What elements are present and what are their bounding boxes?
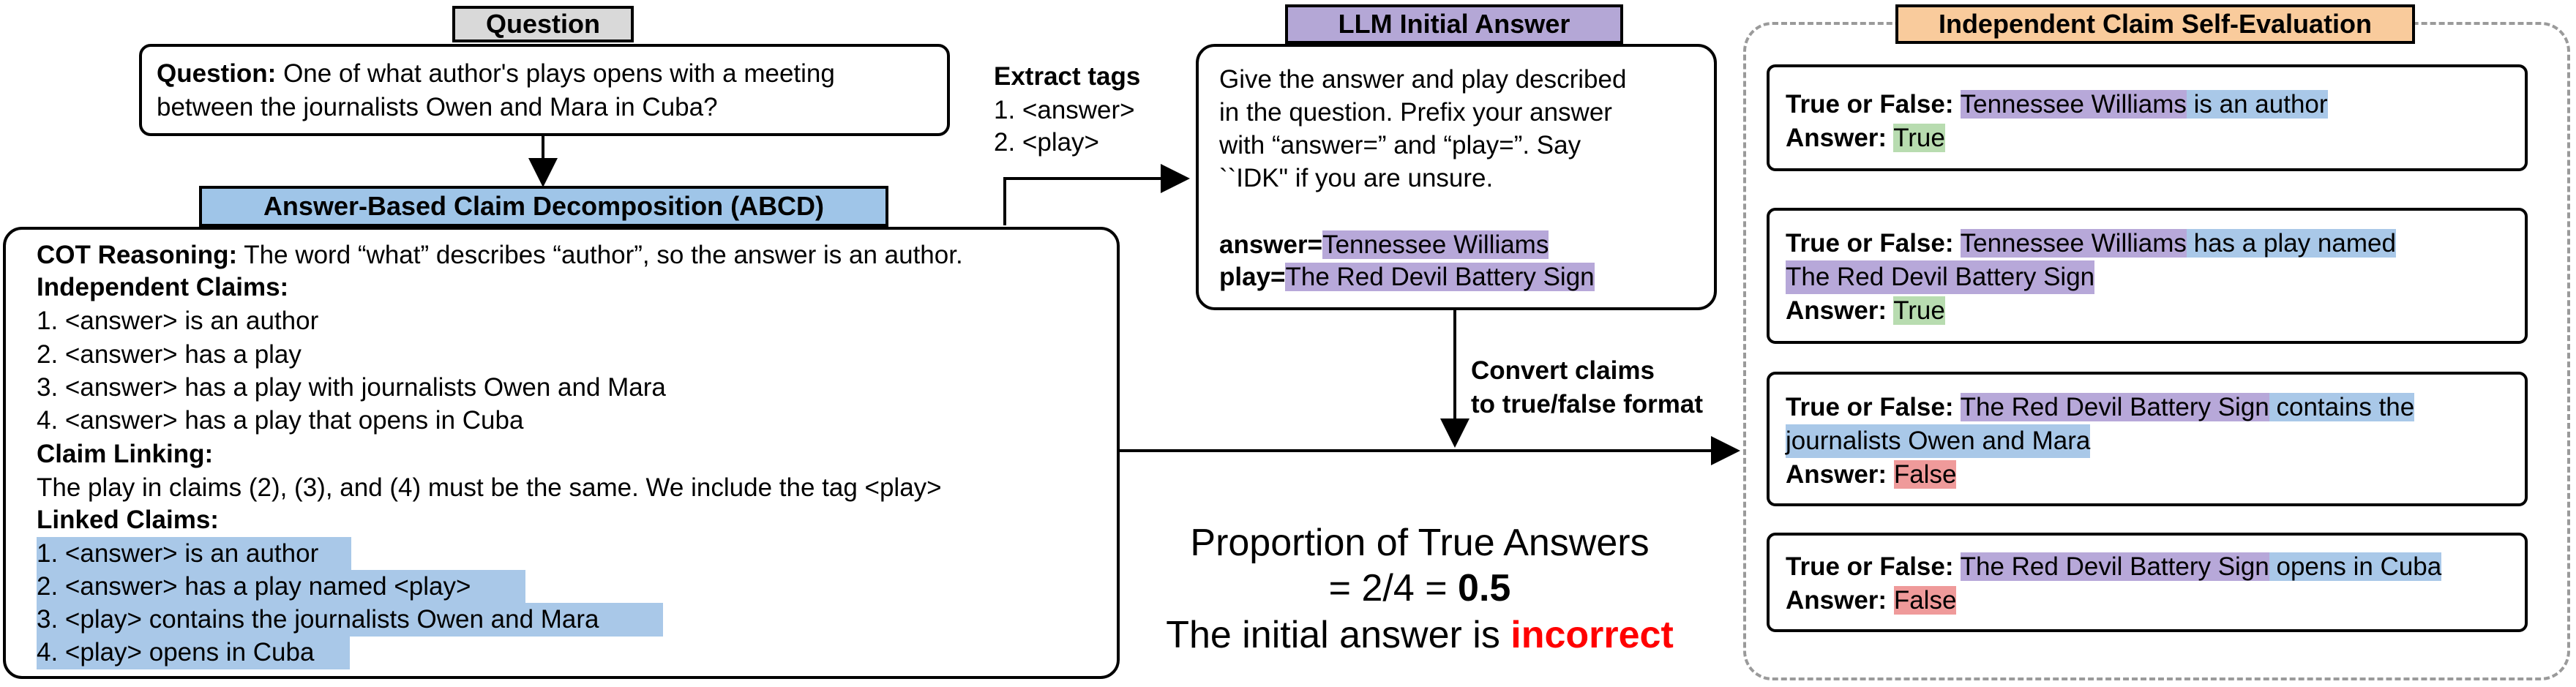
llm-prompt-line: in the question. Prefix your answer bbox=[1219, 98, 1612, 127]
convert-claims-line1: Convert claims bbox=[1471, 356, 1655, 385]
verdict-line: The initial answer is incorrect bbox=[1166, 614, 1674, 656]
claim-statement: True or False: The Red Devil Battery Sig… bbox=[1786, 552, 2442, 581]
linked-claim: 1. <answer> is an author bbox=[37, 537, 351, 571]
question-label: Question bbox=[452, 6, 634, 42]
claim-statement: True or False: Tennessee Williams is an … bbox=[1786, 90, 2328, 119]
extract-tags-heading: Extract tags bbox=[994, 62, 1141, 91]
proportion-value: = 2/4 = 0.5 bbox=[1328, 567, 1511, 609]
llm-play-line: play=The Red Devil Battery Sign bbox=[1219, 263, 1595, 291]
claim-statement: True or False: Tennessee Williams has a … bbox=[1786, 229, 2396, 258]
llm-box: Give the answer and play described in th… bbox=[1196, 44, 1717, 310]
llm-prompt-line: ``IDK" if you are unsure. bbox=[1219, 164, 1494, 192]
llm-prompt-line: Give the answer and play described bbox=[1219, 65, 1627, 94]
question-line1: Question: One of what author's plays ope… bbox=[157, 59, 835, 88]
evaluation-label: Independent Claim Self-Evaluation bbox=[1895, 4, 2415, 44]
independent-heading: Independent Claims: bbox=[37, 273, 289, 301]
linked-claim: 2. <answer> has a play named <play> bbox=[37, 570, 525, 604]
linking-heading: Claim Linking: bbox=[37, 440, 214, 468]
llm-answer-line: answer=Tennessee Williams bbox=[1219, 230, 1549, 259]
evaluation-claim-card: True or False: Tennessee Williams is an … bbox=[1767, 64, 2528, 171]
linking-text: The play in claims (2), (3), and (4) mus… bbox=[37, 473, 942, 502]
evaluation-claim-card: True or False: The Red Devil Battery Sig… bbox=[1767, 372, 2528, 506]
claim-answer: Answer: True bbox=[1786, 296, 1945, 325]
claim-answer: Answer: True bbox=[1786, 124, 1945, 152]
claim-statement: True or False: The Red Devil Battery Sig… bbox=[1786, 393, 2415, 421]
independent-claim: 3. <answer> has a play with journalists … bbox=[37, 373, 666, 402]
convert-claims-line2: to true/false format bbox=[1471, 390, 1703, 418]
linked-claim: 3. <play> contains the journalists Owen … bbox=[37, 603, 663, 637]
proportion-title: Proportion of True Answers bbox=[1190, 522, 1650, 564]
question-box: Question: One of what author's plays ope… bbox=[139, 44, 950, 136]
abcd-label: Answer-Based Claim Decomposition (ABCD) bbox=[199, 186, 888, 227]
evaluation-claim-card: True or False: Tennessee Williams has a … bbox=[1767, 208, 2528, 344]
linked-claim: 4. <play> opens in Cuba bbox=[37, 636, 350, 669]
claim-answer: Answer: False bbox=[1786, 586, 1957, 615]
claim-answer: Answer: False bbox=[1786, 460, 1957, 489]
llm-label: LLM Initial Answer bbox=[1285, 4, 1623, 44]
independent-claim: 4. <answer> has a play that opens in Cub… bbox=[37, 406, 524, 435]
evaluation-claim-card: True or False: The Red Devil Battery Sig… bbox=[1767, 533, 2528, 632]
abcd-box: COT Reasoning: The word “what” describes… bbox=[3, 227, 1120, 679]
question-line2: between the journalists Owen and Mara in… bbox=[157, 93, 718, 121]
arrow-abcd-to-llm bbox=[1003, 164, 1190, 225]
claim-statement-cont: journalists Owen and Mara bbox=[1786, 424, 2091, 458]
extract-tag-item: 2. <play> bbox=[994, 128, 1099, 157]
linked-heading: Linked Claims: bbox=[37, 506, 219, 534]
llm-prompt-line: with “answer=” and “play=”. Say bbox=[1219, 131, 1581, 159]
claim-statement-cont: The Red Devil Battery Sign bbox=[1786, 260, 2095, 294]
independent-claim: 2. <answer> has a play bbox=[37, 340, 302, 369]
independent-claim: 1. <answer> is an author bbox=[37, 307, 319, 335]
cot-line: COT Reasoning: The word “what” describes… bbox=[37, 241, 963, 269]
extract-tag-item: 1. <answer> bbox=[994, 96, 1135, 124]
